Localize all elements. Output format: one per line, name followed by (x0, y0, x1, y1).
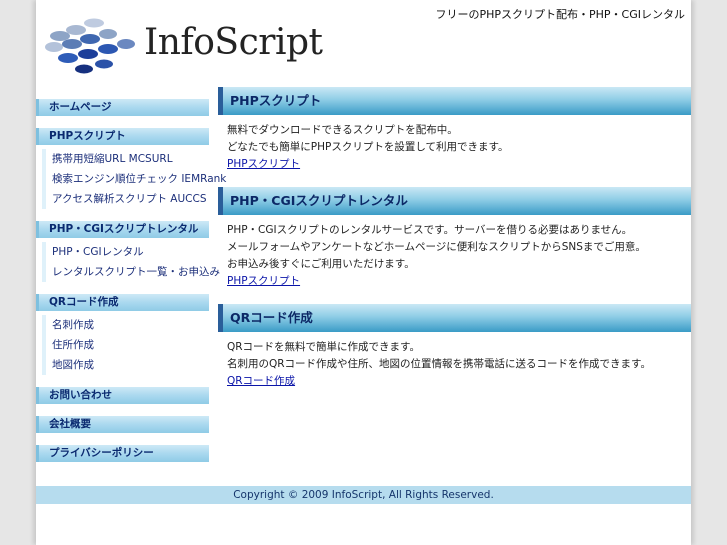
section-link[interactable]: PHPスクリプト (227, 158, 300, 170)
sidebar-sublist: PHP・CGIレンタル レンタルスクリプト一覧・お申込み (42, 242, 220, 282)
section-rental: PHP・CGIスクリプトレンタル PHP・CGIスクリプトのレンタルサービスです。… (218, 187, 691, 290)
sidebar-item[interactable]: PHP・CGIレンタル (52, 242, 209, 262)
sidebar-item[interactable]: アクセス解析スクリプト AUCCS (52, 189, 209, 209)
section-body: 無料でダウンロードできるスクリプトを配布中。どなたでも簡単にPHPスクリプトを設… (218, 115, 691, 173)
section-link[interactable]: QRコード作成 (227, 375, 295, 387)
sidebar-heading-qr-code[interactable]: QRコード作成 (36, 294, 209, 311)
main-content: PHPスクリプト 無料でダウンロードできるスクリプトを配布中。 どなたでも簡単にPH… (218, 87, 691, 404)
sidebar-group-rental: PHP・CGIスクリプトレンタル PHP・CGIレンタル レンタルスクリプト一覧・お… (36, 221, 220, 282)
section-title: PHPスクリプト (218, 87, 691, 115)
section-title: QRコード作成 (218, 304, 691, 332)
sidebar-item[interactable]: 住所作成 (52, 335, 209, 355)
sidebar-group-home: ホームページ (36, 99, 209, 116)
section-text: お申込み後すぐにご利用いただけます。 (227, 258, 415, 270)
section-text: 名刺用のQRコード作成や住所、地図の位置情報を携帯電話に送るコードを作成できます… (227, 358, 652, 370)
sidebar-heading-php-scripts[interactable]: PHPスクリプト (36, 128, 209, 145)
section-php-scripts: PHPスクリプト 無料でダウンロードできるスクリプトを配布中。 どなたでも簡単にPH… (218, 87, 691, 173)
site-tagline: フリーのPHPスクリプト配布・PHP・CGIレンタル (435, 8, 685, 21)
sidebar-item[interactable]: 名刺作成 (52, 315, 209, 335)
section-qr-code: QRコード作成 QRコードを無料で簡単に作成できます。 名刺用のQRコード作成や住所… (218, 304, 691, 390)
section-body: QRコードを無料で簡単に作成できます。名刺用のQRコード作成や住所、地図の位置情… (218, 332, 691, 390)
sidebar-sublist: 携帯用短縮URL MCSURL 検索エンジン順位チェック IEMRank アクセス解… (42, 149, 226, 209)
sidebar-heading-privacy[interactable]: プライバシーポリシー (36, 445, 209, 462)
section-text: 無料でダウンロードできるスクリプトを配布中。 (227, 124, 458, 136)
footer-copyright: Copyright © 2009 InfoScript, All Rights … (36, 486, 691, 504)
sidebar-heading-company[interactable]: 会社概要 (36, 416, 209, 433)
section-title: PHP・CGIスクリプトレンタル (218, 187, 691, 215)
header: InfoScript フリーのPHPスクリプト配布・PHP・CGIレンタル (36, 0, 691, 88)
page: InfoScript フリーのPHPスクリプト配布・PHP・CGIレンタル ホー… (36, 0, 691, 545)
section-link[interactable]: PHPスクリプト (227, 275, 300, 287)
sidebar-group-qr-code: QRコード作成名刺作成 住所作成 地図作成 (36, 294, 209, 375)
sidebar-heading-home[interactable]: ホームページ (36, 99, 209, 116)
sidebar-group-company: 会社概要 (36, 416, 209, 433)
sidebar-heading-rental[interactable]: PHP・CGIスクリプトレンタル (36, 221, 209, 238)
site-logo[interactable]: InfoScript (44, 14, 334, 80)
sidebar-item[interactable]: 携帯用短縮URL MCSURL (52, 149, 209, 169)
sidebar-sublist: 名刺作成 住所作成 地図作成 (42, 315, 209, 375)
section-text: PHP・CGIスクリプトのレンタルサービスです。サーバーを借りる必要はありません… (227, 224, 633, 236)
sidebar-item[interactable]: 検索エンジン順位チェック IEMRank (52, 169, 226, 189)
logo-dots-icon (45, 18, 135, 74)
section-body: PHP・CGIスクリプトのレンタルサービスです。サーバーを借りる必要はありません… (218, 215, 691, 290)
logo-text: InfoScript (144, 22, 323, 63)
section-text: メールフォームやアンケートなどホームページに便利なスクリプトからSNSまでご用意… (227, 241, 646, 253)
sidebar-group-privacy: プライバシーポリシー (36, 445, 209, 462)
sidebar-group-php-scripts: PHPスクリプト携帯用短縮URL MCSURL 検索エンジン順位チェック IEMR… (36, 128, 226, 209)
sidebar-item[interactable]: 地図作成 (52, 355, 209, 375)
sidebar-heading-contact[interactable]: お問い合わせ (36, 387, 209, 404)
section-text: QRコードを無料で簡単に作成できます。 (227, 341, 421, 353)
section-text: どなたでも簡単にPHPスクリプトを設置して利用できます。 (227, 141, 509, 153)
sidebar-group-contact: お問い合わせ (36, 387, 209, 404)
sidebar-item[interactable]: レンタルスクリプト一覧・お申込み (52, 262, 220, 282)
sidebar-nav: ホームページ PHPスクリプト携帯用短縮URL MCSURL 検索エンジン順位チェッ… (36, 99, 226, 474)
